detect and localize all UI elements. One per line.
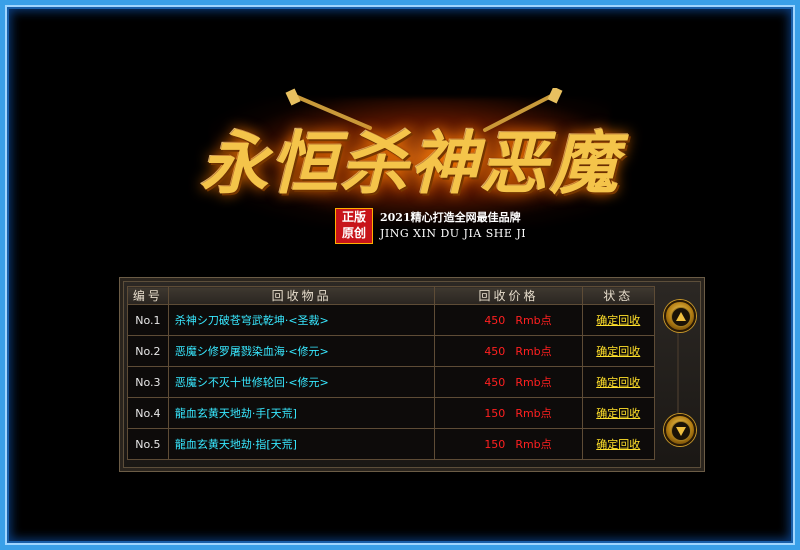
table-row: No.2 恶魔シ修罗屠戮染血海·<修元> 450 Rmb点 确定回收 [127, 335, 656, 367]
row-number: No.2 [127, 335, 169, 367]
confirm-recycle-link[interactable]: 确定回收 [596, 314, 640, 327]
confirm-recycle-link[interactable]: 确定回收 [596, 345, 640, 358]
header-number: 编号 [127, 286, 169, 305]
scroll-up-button[interactable] [664, 300, 696, 332]
scroll-down-icon [671, 421, 691, 441]
row-item: 恶魔シ不灭十世修轮回·<修元> [167, 366, 436, 398]
row-price: 450 Rmb点 [434, 366, 583, 398]
table-row: No.5 龍血玄黄天地劫·指[天荒] 150 Rmb点 确定回收 [127, 428, 656, 460]
price-value: 150 [484, 438, 506, 451]
recycle-table: 编号 回收物品 回收价格 状态 No.1 杀神シ刀破苍穹武乾坤·<圣裁> 450… [127, 286, 656, 460]
row-price: 150 Rmb点 [434, 397, 583, 429]
row-item: 龍血玄黄天地劫·指[天荒] [167, 428, 436, 460]
scroll-track[interactable] [677, 322, 679, 424]
row-status: 确定回收 [581, 428, 656, 460]
price-unit: Rmb点 [515, 376, 552, 389]
row-item: 杀神シ刀破苍穹武乾坤·<圣裁> [167, 304, 436, 336]
header-item: 回收物品 [167, 286, 436, 305]
table-row: No.1 杀神シ刀破苍穹武乾坤·<圣裁> 450 Rmb点 确定回收 [127, 304, 656, 336]
row-item: 恶魔シ修罗屠戮染血海·<修元> [167, 335, 436, 367]
confirm-recycle-link[interactable]: 确定回收 [596, 438, 640, 451]
price-value: 450 [484, 345, 506, 358]
table-header-row: 编号 回收物品 回收价格 状态 [127, 286, 656, 305]
row-number: No.5 [127, 428, 169, 460]
price-unit: Rmb点 [515, 407, 552, 420]
row-status: 确定回收 [581, 397, 656, 429]
price-unit: Rmb点 [515, 314, 552, 327]
confirm-recycle-link[interactable]: 确定回收 [596, 376, 640, 389]
price-unit: Rmb点 [515, 438, 552, 451]
row-price: 150 Rmb点 [434, 428, 583, 460]
logo-slogan: 2021精心打造全网最佳品牌 [380, 211, 521, 224]
scroll-down-button[interactable] [664, 414, 696, 446]
row-status: 确定回收 [581, 335, 656, 367]
game-logo: 永恒杀神恶魔 正版 原创 2021精心打造全网最佳品牌 JING XIN DU … [200, 88, 620, 248]
badge-line-1: 正版 [341, 210, 366, 224]
original-badge: 正版 原创 [335, 208, 373, 244]
logo-pinyin: JING XIN DU JIA SHE JI [380, 227, 527, 240]
price-value: 450 [484, 314, 506, 327]
confirm-recycle-link[interactable]: 确定回收 [596, 407, 640, 420]
header-status: 状态 [581, 286, 656, 305]
price-value: 450 [484, 376, 506, 389]
price-unit: Rmb点 [515, 345, 552, 358]
price-value: 150 [484, 407, 506, 420]
row-number: No.4 [127, 397, 169, 429]
logo-title: 永恒杀神恶魔 [200, 124, 621, 204]
recycle-panel: 编号 回收物品 回收价格 状态 No.1 杀神シ刀破苍穹武乾坤·<圣裁> 450… [119, 277, 705, 472]
scroll-up-icon [671, 307, 691, 327]
row-price: 450 Rmb点 [434, 304, 583, 336]
row-number: No.1 [127, 304, 169, 336]
row-item: 龍血玄黄天地劫·手[天荒] [167, 397, 436, 429]
badge-line-2: 原创 [341, 226, 366, 240]
table-row: No.3 恶魔シ不灭十世修轮回·<修元> 450 Rmb点 确定回收 [127, 366, 656, 398]
row-number: No.3 [127, 366, 169, 398]
row-status: 确定回收 [581, 304, 656, 336]
row-status: 确定回收 [581, 366, 656, 398]
header-price: 回收价格 [434, 286, 583, 305]
table-row: No.4 龍血玄黄天地劫·手[天荒] 150 Rmb点 确定回收 [127, 397, 656, 429]
row-price: 450 Rmb点 [434, 335, 583, 367]
